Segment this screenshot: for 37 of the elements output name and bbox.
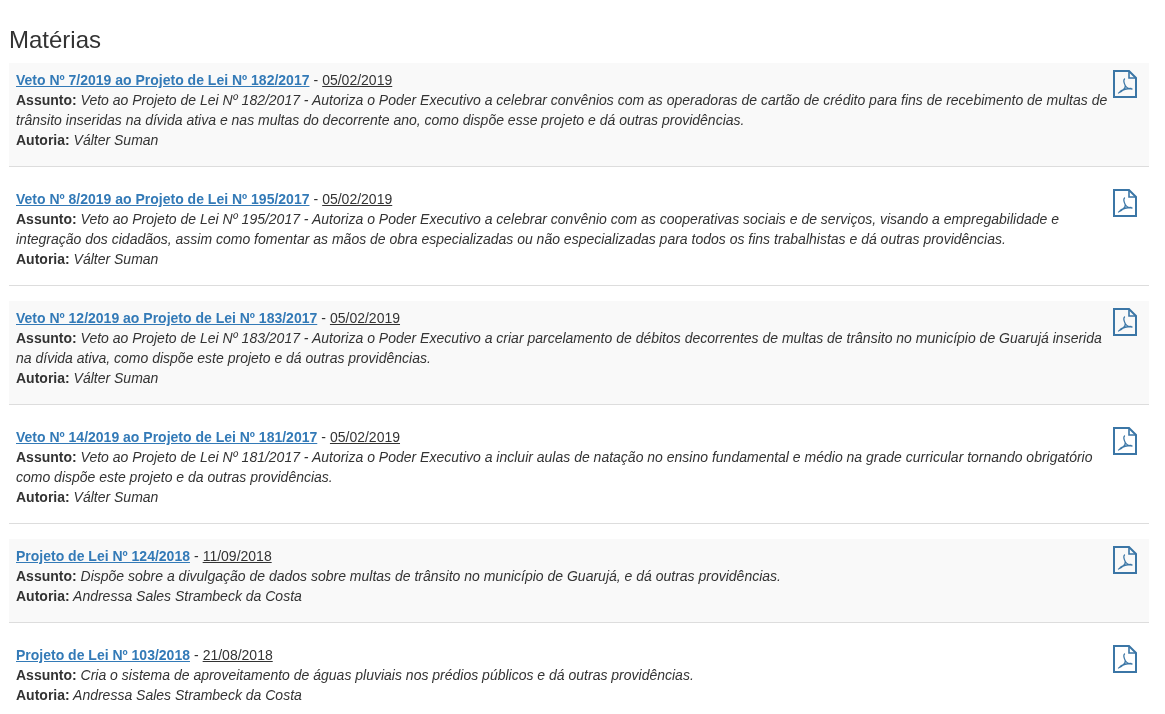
separator-text: - [313, 72, 319, 88]
date-link[interactable]: 11/09/2018 [202, 548, 272, 564]
pdf-file-icon[interactable] [1113, 427, 1137, 455]
title-link[interactable]: Veto Nº 7/2019 ao Projeto de Lei Nº 182/2017 [16, 72, 310, 88]
date-link[interactable]: 05/02/2019 [322, 72, 393, 88]
separator-text: - [313, 191, 319, 207]
date-link[interactable]: 05/02/2019 [329, 310, 400, 326]
subject-text: Assunto: Veto ao Projeto de Lei Nº 195/2017 - Autoriza o Poder Executivo a celebrar convênio com as cooperativas sociais e de serviços, visando a empregabilidade e integração dos cidadãos, assim como fomentar as mãos de obra especializadas ou não especializadas para todos os fins trabalhistas e dá outras providências. [16, 210, 1060, 249]
title-link[interactable]: Veto Nº 12/2019 ao Projeto de Lei Nº 183/2017 [16, 310, 318, 326]
author-text: Autoria: Válter Suman [16, 131, 160, 150]
pdf-file-icon[interactable] [1113, 70, 1137, 98]
pdf-file-icon[interactable] [1113, 645, 1137, 673]
title-link[interactable]: Projeto de Lei Nº 124/2018 [16, 548, 190, 564]
title-link[interactable]: Projeto de Lei Nº 103/2018 [16, 647, 190, 663]
separator-text: - [193, 548, 199, 564]
author-text: Autoria: Válter Suman [16, 488, 160, 507]
separator-text: - [193, 647, 199, 663]
page-heading: Matérias [9, 27, 103, 53]
subject-text: Assunto: Dispõe sobre a divulgação de dados sobre multas de trânsito no município de Guarujá, e dá outras providências. [16, 567, 782, 586]
subject-text: Assunto: Veto ao Projeto de Lei Nº 181/2017 - Autoriza o Poder Executivo a incluir aulas de natação no ensino fundamental e médio na grade curricular tornando obrigatório como dispõe este projeto e da outras providências. [16, 448, 1094, 487]
date-link[interactable]: 05/02/2019 [329, 429, 400, 445]
author-text: Autoria: Andressa Sales Strambeck da Costa [16, 587, 303, 606]
subject-text: Assunto: Cria o sistema de aproveitamento de águas pluviais nos prédios públicos e dá outras providências. [16, 666, 695, 685]
subject-text: Assunto: Veto ao Projeto de Lei Nº 183/2017 - Autoriza o Poder Executivo a criar parcelamento de débitos decorrentes de multas de trânsito no município de Guarujá inserida na dívida ativa, como dispõe este projeto e dá outras providências. [16, 329, 1103, 368]
separator-text: - [321, 310, 326, 326]
pdf-file-icon[interactable] [1113, 308, 1137, 336]
author-text: Autoria: Andressa Sales Strambeck da Costa [16, 686, 303, 705]
author-text: Autoria: Válter Suman [16, 250, 160, 269]
pdf-file-icon[interactable] [1113, 546, 1137, 574]
author-text: Autoria: Válter Suman [16, 369, 160, 388]
date-link[interactable]: 21/08/2018 [202, 647, 273, 663]
pdf-file-icon[interactable] [1113, 189, 1137, 217]
date-link[interactable]: 05/02/2019 [322, 191, 393, 207]
title-link[interactable]: Veto Nº 8/2019 ao Projeto de Lei Nº 195/2017 [16, 191, 310, 207]
subject-text: Assunto: Veto ao Projeto de Lei Nº 182/2017 - Autoriza o Poder Executivo a celebrar convênios com as operadoras de cartão de crédito para fins de recebimento de multas de trânsito inseridas na dívida ativa e nas multas do decorrente ano, como dispõe esse projeto e dá outras providências. [16, 91, 1109, 130]
separator-text: - [321, 429, 326, 445]
title-link[interactable]: Veto Nº 14/2019 ao Projeto de Lei Nº 181/2017 [16, 429, 318, 445]
